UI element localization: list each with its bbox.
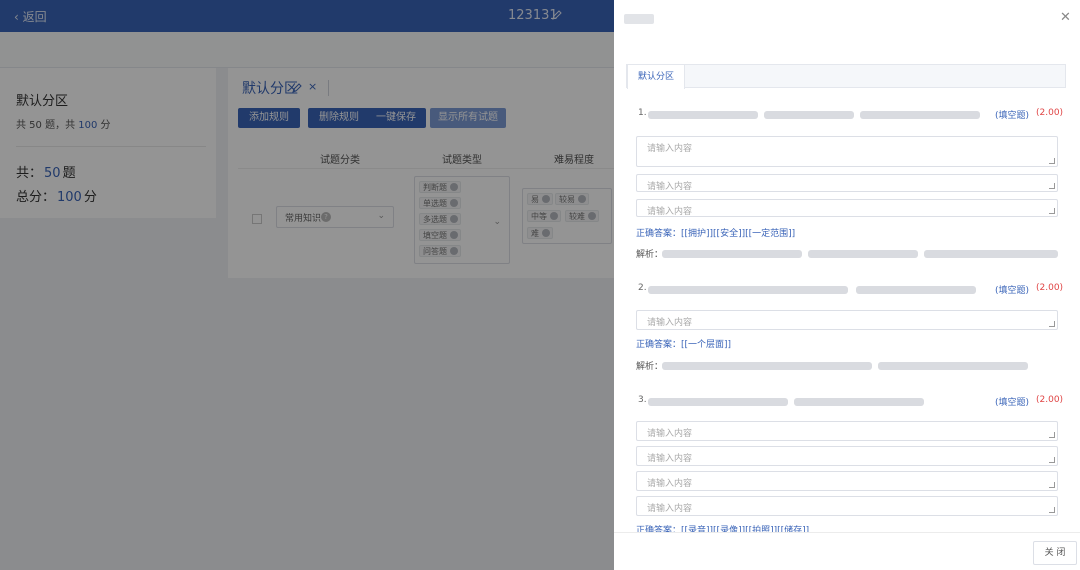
question-number: 3. bbox=[638, 395, 647, 405]
answer-input[interactable]: 请输入内容 bbox=[636, 446, 1058, 466]
answer-input[interactable]: 请输入内容 bbox=[636, 174, 1058, 192]
resize-handle[interactable] bbox=[1049, 457, 1055, 463]
question-score: (2.00) bbox=[1036, 283, 1064, 293]
resize-handle[interactable] bbox=[1049, 208, 1055, 214]
blurred-text bbox=[648, 286, 848, 294]
blurred-text bbox=[764, 111, 854, 119]
blurred-text bbox=[878, 362, 1028, 370]
tab-default-section[interactable]: 默认分区 bbox=[627, 64, 685, 89]
correct-answer: 正确答案：[[拥护]][[安全]][[一定范围]] bbox=[636, 229, 796, 239]
close-icon[interactable]: ✕ bbox=[1060, 10, 1071, 25]
question-type-label: (填空题) bbox=[995, 398, 1030, 408]
question-type-label: (填空题) bbox=[995, 286, 1030, 296]
question-number: 1. bbox=[638, 108, 647, 118]
question-type-label: (填空题) bbox=[995, 111, 1030, 121]
answer-input[interactable]: 请输入内容 bbox=[636, 310, 1058, 330]
blurred-text bbox=[860, 111, 980, 119]
resize-handle[interactable] bbox=[1049, 432, 1055, 438]
analysis-label: 解析： bbox=[636, 362, 664, 372]
answer-input[interactable]: 请输入内容 bbox=[636, 471, 1058, 491]
blurred-text bbox=[648, 398, 788, 406]
answer-input[interactable]: 请输入内容 bbox=[636, 421, 1058, 441]
blurred-text bbox=[808, 250, 918, 258]
drawer-tab-bar: 默认分区 bbox=[626, 64, 1066, 89]
blurred-text bbox=[648, 111, 758, 119]
resize-handle[interactable] bbox=[1049, 507, 1055, 513]
answer-input[interactable]: 请输入内容 bbox=[636, 136, 1058, 167]
modal-overlay[interactable] bbox=[0, 0, 614, 570]
question-analysis: 解析： bbox=[636, 359, 1058, 373]
analysis-label: 解析： bbox=[636, 250, 664, 260]
blurred-text bbox=[662, 362, 872, 370]
blurred-text bbox=[662, 250, 802, 258]
answer-input[interactable]: 请输入内容 bbox=[636, 496, 1058, 516]
question-stem: 2. (填空题) (2.00) bbox=[638, 283, 1063, 297]
correct-answer: 正确答案：[[一个层面]] bbox=[636, 340, 732, 350]
resize-handle[interactable] bbox=[1049, 183, 1055, 189]
answer-input[interactable]: 请输入内容 bbox=[636, 199, 1058, 217]
question-number: 2. bbox=[638, 283, 647, 293]
drawer-title bbox=[624, 14, 654, 24]
resize-handle[interactable] bbox=[1049, 482, 1055, 488]
question-stem: 3. (填空题) (2.00) bbox=[638, 395, 1063, 409]
blurred-text bbox=[856, 286, 976, 294]
blurred-text bbox=[794, 398, 924, 406]
resize-handle[interactable] bbox=[1049, 321, 1055, 327]
question-stem: 1. (填空题) (2.00) bbox=[638, 108, 1063, 122]
preview-drawer: ✕ 默认分区 1. (填空题) (2.00) 请输入内容 请输入内容 请输入内容… bbox=[614, 0, 1080, 570]
question-score: (2.00) bbox=[1036, 395, 1064, 405]
close-button[interactable]: 关 闭 bbox=[1033, 541, 1077, 565]
drawer-footer: 关 闭 bbox=[614, 532, 1080, 570]
question-analysis: 解析： bbox=[636, 247, 1058, 261]
blurred-text bbox=[924, 250, 1058, 258]
question-score: (2.00) bbox=[1036, 108, 1064, 118]
resize-handle[interactable] bbox=[1049, 158, 1055, 164]
